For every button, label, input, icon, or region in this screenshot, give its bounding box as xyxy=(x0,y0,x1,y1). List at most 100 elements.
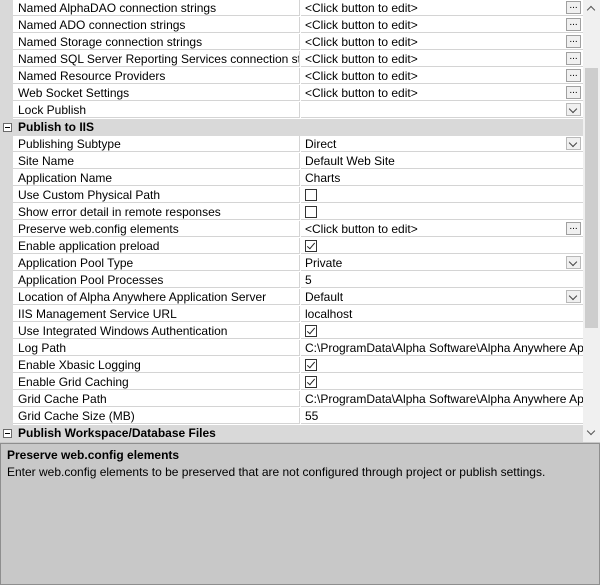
property-name[interactable]: Named AlphaDAO connection strings xyxy=(13,0,300,16)
property-value[interactable] xyxy=(301,357,583,373)
property-row[interactable]: Grid Cache Size (MB) 55 xyxy=(0,408,583,425)
property-name[interactable]: Application Pool Processes xyxy=(13,272,300,288)
property-name[interactable]: Grid Cache Size (MB) xyxy=(13,408,300,424)
property-value[interactable]: Charts xyxy=(301,170,583,186)
category-row[interactable]: Publish Workspace/Database Files xyxy=(0,425,583,442)
property-name[interactable]: Named Storage connection strings xyxy=(13,34,300,50)
collapse-icon[interactable] xyxy=(3,429,12,438)
property-value[interactable] xyxy=(301,204,583,220)
collapse-icon[interactable] xyxy=(3,123,12,132)
ellipsis-button[interactable]: ... xyxy=(566,69,581,82)
property-value[interactable] xyxy=(301,238,583,254)
property-row[interactable]: Named SQL Server Reporting Services conn… xyxy=(0,51,583,68)
property-value[interactable] xyxy=(301,187,583,203)
ellipsis-button[interactable]: ... xyxy=(566,35,581,48)
property-value[interactable]: localhost xyxy=(301,306,583,322)
property-row[interactable]: IIS Management Service URL localhost xyxy=(0,306,583,323)
property-value[interactable] xyxy=(301,374,583,390)
property-value[interactable]: <Click button to edit>... xyxy=(301,221,583,237)
property-row[interactable]: Grid Cache Path C:\ProgramData\Alpha Soft… xyxy=(0,391,583,408)
checkbox-checked[interactable] xyxy=(305,359,317,371)
ellipsis-button[interactable]: ... xyxy=(566,1,581,14)
property-row[interactable]: Application Pool Type Private xyxy=(0,255,583,272)
dropdown-chevron-icon[interactable] xyxy=(566,256,581,269)
property-value[interactable]: <Click button to edit>... xyxy=(301,85,583,101)
property-name[interactable]: Lock Publish xyxy=(13,102,300,118)
property-name[interactable]: Named ADO connection strings xyxy=(13,17,300,33)
property-row[interactable]: Lock Publish xyxy=(0,102,583,119)
property-name[interactable]: Use Integrated Windows Authentication xyxy=(13,323,300,339)
property-row[interactable]: Enable application preload xyxy=(0,238,583,255)
checkbox-checked[interactable] xyxy=(305,325,317,337)
dropdown-chevron-icon[interactable] xyxy=(566,103,581,116)
checkbox-unchecked[interactable] xyxy=(305,206,317,218)
property-row[interactable]: Publishing Subtype Direct xyxy=(0,136,583,153)
checkbox-checked[interactable] xyxy=(305,376,317,388)
category-row[interactable]: Publish to IIS xyxy=(0,119,583,136)
property-name[interactable]: Log Path xyxy=(13,340,300,356)
property-value[interactable]: Default xyxy=(301,289,583,305)
property-name[interactable]: Site Name xyxy=(13,153,300,169)
property-row[interactable]: Enable Grid Caching xyxy=(0,374,583,391)
property-name[interactable]: Enable Xbasic Logging xyxy=(13,357,300,373)
property-name[interactable]: Publishing Subtype xyxy=(13,136,300,152)
property-value[interactable]: Direct xyxy=(301,136,583,152)
scroll-thumb[interactable] xyxy=(585,68,598,328)
dropdown-chevron-icon[interactable] xyxy=(566,137,581,150)
property-value[interactable]: <Click button to edit>... xyxy=(301,17,583,33)
property-value[interactable]: 5 xyxy=(301,272,583,288)
property-value-text: Direct xyxy=(305,137,337,151)
property-value[interactable]: C:\ProgramData\Alpha Software\Alpha Anyw… xyxy=(301,340,583,356)
property-row[interactable]: Named Storage connection strings <Click b… xyxy=(0,34,583,51)
property-name[interactable]: IIS Management Service URL xyxy=(13,306,300,322)
property-row[interactable]: Log Path C:\ProgramData\Alpha Software\Al… xyxy=(0,340,583,357)
property-name[interactable]: Grid Cache Path xyxy=(13,391,300,407)
property-name[interactable]: Web Socket Settings xyxy=(13,85,300,101)
property-row[interactable]: Web Socket Settings <Click button to edit… xyxy=(0,85,583,102)
property-row[interactable]: Application Name Charts xyxy=(0,170,583,187)
vertical-scrollbar[interactable] xyxy=(583,0,600,442)
scroll-down-icon[interactable] xyxy=(583,425,600,442)
scroll-up-icon[interactable] xyxy=(583,0,600,17)
checkbox-unchecked[interactable] xyxy=(305,189,317,201)
property-value[interactable]: 55 xyxy=(301,408,583,424)
property-name[interactable]: Preserve web.config elements xyxy=(13,221,300,237)
property-value[interactable]: <Click button to edit>... xyxy=(301,51,583,67)
property-name[interactable]: Use Custom Physical Path xyxy=(13,187,300,203)
ellipsis-button[interactable]: ... xyxy=(566,52,581,65)
ellipsis-button[interactable]: ... xyxy=(566,18,581,31)
dropdown-chevron-icon[interactable] xyxy=(566,290,581,303)
property-row[interactable]: Application Pool Processes 5 xyxy=(0,272,583,289)
property-value[interactable]: <Click button to edit>... xyxy=(301,68,583,84)
property-value[interactable]: <Click button to edit>... xyxy=(301,0,583,16)
property-row[interactable]: Named AlphaDAO connection strings <Click … xyxy=(0,0,583,17)
property-row[interactable]: Show error detail in remote responses xyxy=(0,204,583,221)
property-row[interactable]: Use Custom Physical Path xyxy=(0,187,583,204)
ellipsis-button[interactable]: ... xyxy=(566,86,581,99)
property-name[interactable]: Application Pool Type xyxy=(13,255,300,271)
checkbox-checked[interactable] xyxy=(305,240,317,252)
property-name[interactable]: Enable Grid Caching xyxy=(13,374,300,390)
property-row[interactable]: Site Name Default Web Site xyxy=(0,153,583,170)
property-value[interactable]: C:\ProgramData\Alpha Software\Alpha Anyw… xyxy=(301,391,583,407)
ellipsis-button[interactable]: ... xyxy=(566,222,581,235)
property-name[interactable]: Enable application preload xyxy=(13,238,300,254)
row-gutter xyxy=(0,238,13,255)
property-name[interactable]: Named SQL Server Reporting Services conn… xyxy=(13,51,300,67)
property-row[interactable]: Enable Xbasic Logging xyxy=(0,357,583,374)
property-name[interactable]: Location of Alpha Anywhere Application S… xyxy=(13,289,300,305)
property-value[interactable]: Default Web Site xyxy=(301,153,583,169)
property-value[interactable] xyxy=(301,102,583,118)
property-name[interactable]: Show error detail in remote responses xyxy=(13,204,300,220)
property-value[interactable]: <Click button to edit>... xyxy=(301,34,583,50)
property-value[interactable]: Private xyxy=(301,255,583,271)
property-row[interactable]: Use Integrated Windows Authentication xyxy=(0,323,583,340)
property-name[interactable]: Named Resource Providers xyxy=(13,68,300,84)
property-row[interactable]: Named Resource Providers <Click button to… xyxy=(0,68,583,85)
property-row[interactable]: Preserve web.config elements <Click butto… xyxy=(0,221,583,238)
row-gutter xyxy=(0,323,13,340)
property-name[interactable]: Application Name xyxy=(13,170,300,186)
property-row[interactable]: Named ADO connection strings <Click butto… xyxy=(0,17,583,34)
property-value[interactable] xyxy=(301,323,583,339)
property-row[interactable]: Location of Alpha Anywhere Application S… xyxy=(0,289,583,306)
